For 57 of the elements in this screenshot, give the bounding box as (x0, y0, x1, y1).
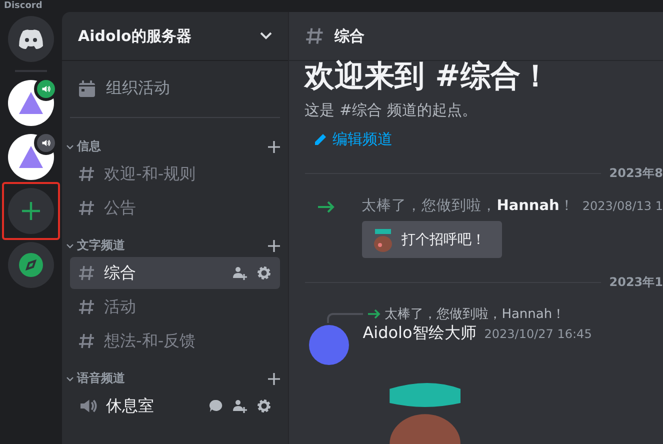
category-label[interactable]: 信息 (77, 138, 102, 155)
home-button[interactable] (8, 16, 54, 62)
reply-preview[interactable]: 太棒了，您做到啦，Hannah！ (384, 305, 566, 323)
arrow-right-icon (366, 309, 381, 319)
channel-item[interactable]: 欢迎-和-规则 (70, 158, 280, 190)
category-label[interactable]: 文字频道 (77, 237, 126, 254)
server-icon[interactable] (8, 80, 54, 126)
settings-icon[interactable] (256, 265, 272, 281)
chevron-icon[interactable] (66, 374, 74, 382)
edit-channel-link[interactable]: 编辑频道 (312, 130, 639, 149)
hash-icon (78, 332, 96, 350)
avatar[interactable] (308, 325, 349, 365)
author-name[interactable]: Aidolo智绘大师 (362, 323, 476, 344)
calendar-icon (78, 80, 96, 98)
add-member-icon[interactable] (232, 398, 248, 414)
timestamp: 2023/08/13 1 (582, 199, 663, 213)
channel-title: 综合 (334, 26, 365, 46)
add-server-button[interactable] (8, 188, 54, 234)
channel-item[interactable]: 活动 (70, 291, 280, 323)
plus-icon (21, 201, 42, 221)
controller-logo-icon (18, 29, 44, 49)
category-label[interactable]: 语音频道 (77, 370, 126, 387)
add-member-icon[interactable] (232, 265, 248, 281)
server-icon[interactable] (8, 134, 54, 180)
explore-button[interactable] (8, 242, 54, 288)
add-channel-icon[interactable] (268, 240, 280, 252)
sticker-icon (372, 226, 394, 252)
channel-item[interactable]: 综合 (70, 257, 280, 289)
channel-item[interactable]: 公告 (70, 192, 280, 224)
hash-icon (304, 26, 325, 46)
date-divider-label: 2023年8 (609, 165, 663, 182)
chevron-icon[interactable] (66, 142, 74, 150)
hash-icon (78, 264, 96, 282)
add-channel-icon[interactable] (268, 372, 280, 384)
welcome-subtitle: 这是 #综合 频道的起点。 (304, 101, 478, 120)
join-message: 太棒了，您做到啦，Hannah！ (362, 197, 574, 215)
hash-icon (78, 298, 96, 316)
window-title: Discord (3, 0, 44, 12)
hash-icon (78, 165, 96, 183)
events-item[interactable]: 组织活动 (70, 74, 280, 103)
welcome-title: 欢迎来到 #综合！ (304, 59, 552, 95)
pencil-icon (312, 132, 327, 146)
timestamp: 2023/10/27 16:45 (484, 327, 592, 341)
reply-connector (326, 313, 363, 323)
date-divider-label: 2023年1 (609, 274, 663, 291)
compass-icon (19, 253, 44, 277)
hash-icon (78, 199, 96, 217)
wave-button[interactable]: 打个招呼吧！ (362, 221, 502, 258)
channel-item[interactable]: 休息室 (70, 390, 280, 422)
channel-item[interactable]: 想法-和-反馈 (70, 325, 280, 357)
settings-icon[interactable] (256, 398, 272, 414)
add-channel-icon[interactable] (268, 140, 280, 152)
chevron-icon[interactable] (66, 242, 74, 250)
chat-bubble-icon[interactable] (208, 398, 224, 414)
server-name[interactable]: Aidolo的服务器 (78, 26, 192, 46)
chevron-down-icon[interactable] (260, 32, 272, 40)
arrow-right-icon (316, 201, 335, 213)
